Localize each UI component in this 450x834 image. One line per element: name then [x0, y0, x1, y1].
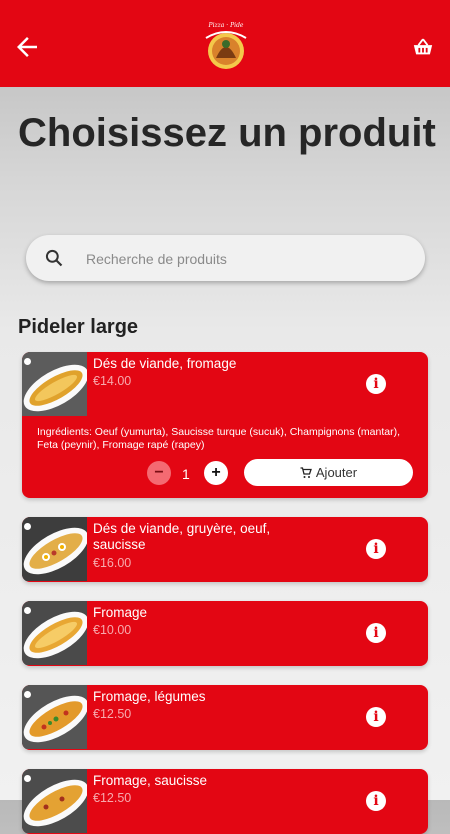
- product-name: Fromage, légumes: [93, 689, 206, 704]
- product-price: €12.50: [93, 707, 132, 721]
- product-name: Dés de viande, gruyère, oeuf, saucisse: [93, 521, 271, 552]
- product-name: Fromage: [93, 605, 148, 620]
- search-input[interactable]: [84, 235, 408, 283]
- back-button[interactable]: [12, 32, 42, 62]
- restaurant-logo: Pizza · Pide: [200, 22, 252, 72]
- product-card[interactable]: Dés de viande, gruyère, oeuf, saucisse €…: [22, 517, 428, 582]
- increase-quantity-button[interactable]: +: [204, 461, 228, 485]
- info-icon[interactable]: i: [366, 791, 386, 811]
- product-price: €14.00: [93, 374, 132, 388]
- info-icon[interactable]: i: [366, 707, 386, 727]
- add-to-cart-label: Ajouter: [315, 465, 358, 480]
- product-image: [22, 769, 87, 833]
- product-price: €12.50: [93, 791, 132, 805]
- quantity-value: 1: [182, 466, 190, 482]
- product-image: [22, 352, 87, 416]
- product-card[interactable]: Fromage €10.00 i: [22, 601, 428, 666]
- category-title: Pideler large: [18, 316, 139, 338]
- product-ingredients: Ingrédients: Oeuf (yumurta), Saucisse tu…: [37, 426, 400, 451]
- info-icon[interactable]: i: [366, 374, 386, 394]
- product-card[interactable]: Fromage, saucisse €12.50 i: [22, 769, 428, 834]
- product-name: Fromage, saucisse: [93, 773, 208, 788]
- product-image: [22, 601, 87, 665]
- cart-button[interactable]: [412, 36, 434, 58]
- arrow-left-icon: [17, 37, 37, 57]
- top-app-bar: Pizza · Pide: [0, 0, 450, 87]
- decrease-quantity-button[interactable]: −: [147, 461, 171, 485]
- product-card[interactable]: Dés de viande, fromage €14.00 i Ingrédie…: [22, 352, 428, 498]
- info-icon[interactable]: i: [366, 539, 386, 559]
- product-price: €10.00: [93, 623, 132, 637]
- product-name: Dés de viande, fromage: [93, 356, 237, 371]
- cart-plus-icon: [300, 467, 312, 478]
- page-title: Choisissez un produit: [18, 111, 436, 155]
- add-to-cart-button[interactable]: Ajouter: [244, 459, 413, 486]
- search-icon: [45, 249, 63, 267]
- search-bar[interactable]: [26, 235, 425, 283]
- info-icon[interactable]: i: [366, 623, 386, 643]
- product-image: [22, 685, 87, 749]
- product-card[interactable]: Fromage, légumes €12.50 i: [22, 685, 428, 750]
- logo-tagline: Pizza · Pide: [208, 22, 244, 29]
- basket-icon: [413, 38, 433, 55]
- product-price: €16.00: [93, 556, 132, 570]
- product-image: [22, 517, 87, 581]
